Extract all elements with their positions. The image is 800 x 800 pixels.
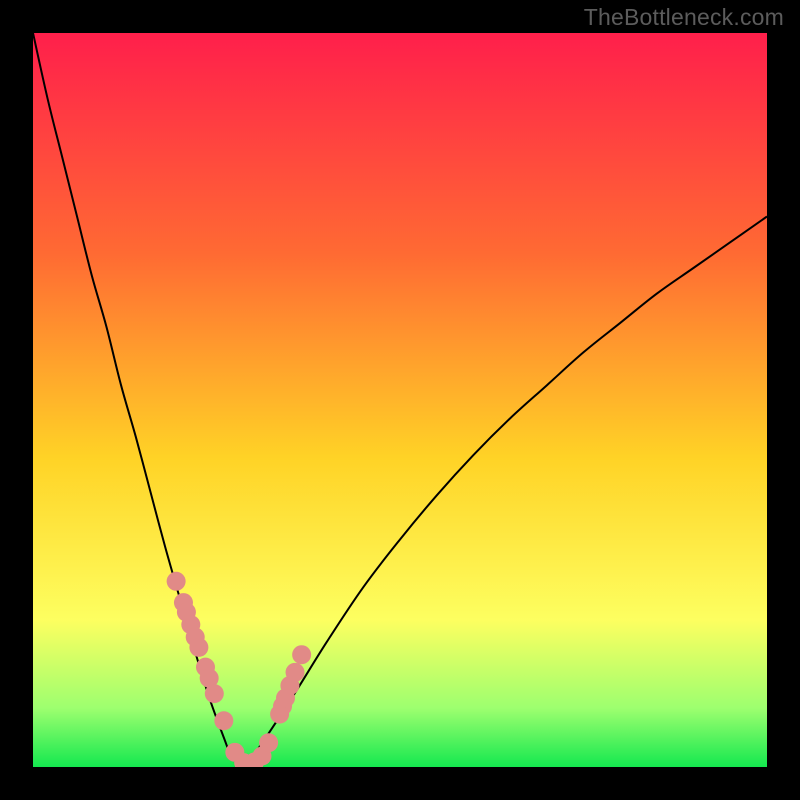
- highlight-dot: [205, 684, 224, 703]
- highlight-dot: [286, 663, 305, 682]
- bottleneck-chart: [33, 33, 767, 767]
- highlight-dot: [292, 645, 311, 664]
- highlight-dot: [259, 733, 278, 752]
- highlight-dot: [214, 711, 233, 730]
- highlight-dot: [189, 638, 208, 657]
- plot-area: [33, 33, 767, 767]
- chart-frame: TheBottleneck.com: [0, 0, 800, 800]
- highlight-dot: [167, 572, 186, 591]
- gradient-background: [33, 33, 767, 767]
- watermark-text: TheBottleneck.com: [584, 4, 784, 31]
